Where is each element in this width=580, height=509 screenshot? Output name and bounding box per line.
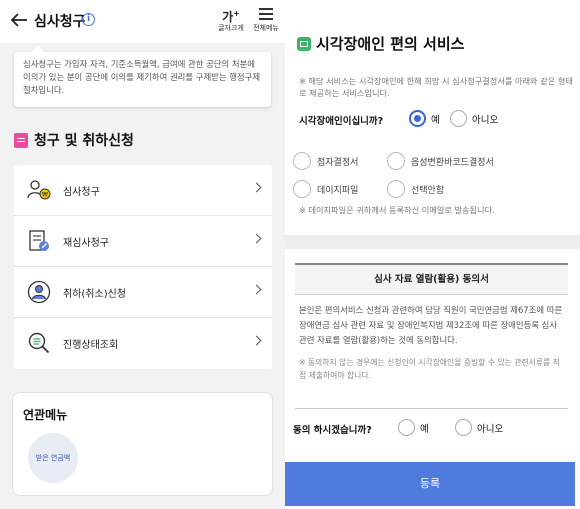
- radio-no-label: 아니오: [472, 114, 499, 126]
- service-heading: 시각장애인 편의 서비스: [297, 33, 464, 54]
- envelope-icon: [297, 36, 311, 51]
- request-menu-list: ₩ 심사청구 재심사청구 취하(취소)신청 진행상태조회: [14, 165, 272, 369]
- related-menu-card: 연관메뉴 받은 연금액: [12, 392, 273, 496]
- section-divider: [285, 235, 580, 249]
- option-radio-icon: [387, 180, 405, 198]
- service-note: ※ 해당 서비스는 시각장애인에 한해 희망 시 심사청구결정서를 아래와 같은…: [299, 76, 573, 98]
- consent-radio-yes[interactable]: 예: [398, 419, 429, 436]
- font-size-button[interactable]: 가+ 글자크게: [216, 5, 246, 33]
- radio-unselected-icon: [398, 419, 415, 436]
- menu-item-label: 재심사청구: [63, 238, 109, 249]
- radio-no[interactable]: 아니오: [450, 110, 498, 127]
- radio-selected-icon: [409, 110, 426, 127]
- radio-yes[interactable]: 예: [409, 110, 440, 127]
- radio-yes-label: 예: [431, 114, 440, 126]
- option-voice-barcode[interactable]: 음성변환바코드결정서: [387, 152, 494, 170]
- description-tooltip: 심사청구는 가입자 자격, 기준소득월액, 급여에 관한 공단의 처분에 이의가…: [14, 46, 271, 107]
- font-size-label: 글자크게: [218, 24, 244, 32]
- font-size-plus: +: [233, 9, 240, 18]
- option-label: 선택안함: [411, 185, 445, 196]
- menu-item-re-review-request[interactable]: 재심사청구: [14, 216, 272, 267]
- option-radio-icon: [293, 152, 311, 170]
- visually-impaired-question: 시각장애인이십니까?: [299, 116, 384, 127]
- info-icon[interactable]: i: [82, 13, 95, 26]
- option-radio-icon: [387, 152, 405, 170]
- back-arrow-icon[interactable]: [8, 9, 30, 31]
- option-radio-icon: [293, 180, 311, 198]
- agreement-body: 본인은 편의서비스 신청과 관련하여 담당 직원이 국민연금법 제67조에 따른…: [299, 305, 563, 345]
- agreement-title: 심사 자료 열람(활용) 동의서: [295, 265, 568, 295]
- menu-item-progress-status[interactable]: 진행상태조회: [14, 318, 272, 369]
- menu-item-label: 취하(취소)신청: [63, 289, 127, 300]
- menu-item-withdraw-request[interactable]: 취하(취소)신청: [14, 267, 272, 318]
- related-menu-title: 연관메뉴: [23, 408, 68, 422]
- section-title: 청구 및 취하신청: [34, 133, 134, 149]
- agreement-note: ※ 동의하지 않는 경우에는 신청인이 시각장애인을 증빙할 수 있는 관련서류…: [299, 358, 560, 380]
- full-menu-label: 전체메뉴: [253, 24, 279, 32]
- submit-button[interactable]: 등록: [285, 462, 575, 506]
- font-size-icon: 가+: [216, 5, 246, 24]
- person-circle-icon: [27, 280, 51, 304]
- chevron-right-icon: [251, 182, 262, 193]
- option-label: 점자결정서: [317, 157, 359, 168]
- menu-item-label: 진행상태조회: [63, 340, 119, 351]
- document-icon: [14, 132, 28, 148]
- radio-unselected-icon: [455, 419, 472, 436]
- option-label: 음성변환바코드결정서: [411, 157, 494, 168]
- description-text: 심사청구는 가입자 자격, 기준소득월액, 급여에 관한 공단의 처분에 이의가…: [23, 59, 261, 95]
- service-title: 시각장애인 편의 서비스: [316, 35, 465, 53]
- chevron-right-icon: [251, 284, 262, 295]
- radio-unselected-icon: [450, 110, 467, 127]
- menu-item-label: 심사청구: [63, 187, 100, 198]
- section-heading: 청구 및 취하신청: [14, 130, 134, 150]
- consent-yes-label: 예: [420, 423, 429, 435]
- svg-text:₩: ₩: [42, 192, 48, 199]
- chevron-right-icon: [251, 335, 262, 346]
- related-item-pension-received[interactable]: 받은 연금액: [28, 433, 78, 483]
- right-screen: 시각장애인 편의 서비스 ※ 해당 서비스는 시각장애인에 한해 희망 시 심사…: [285, 0, 580, 509]
- consent-radio-no[interactable]: 아니오: [455, 419, 503, 436]
- daisy-note: ※ 데이지파일은 귀하께서 등록하신 이메일로 발송됩니다.: [299, 205, 495, 215]
- magnifier-list-icon: [28, 332, 50, 354]
- font-size-glyph: 가: [222, 10, 234, 24]
- consent-question: 동의 하시겠습니까?: [293, 425, 372, 436]
- option-braille[interactable]: 점자결정서: [293, 152, 358, 170]
- full-menu-button[interactable]: 전체메뉴: [249, 5, 283, 33]
- option-daisy-file[interactable]: 데이지파일: [293, 180, 358, 198]
- person-coin-icon: ₩: [27, 180, 51, 200]
- page-title: 심사청구: [34, 14, 86, 30]
- left-screen: 심사청구 i 가+ 글자크게 전체메뉴 심사청구는 가입자 자격, 기준소득월액…: [0, 0, 285, 509]
- hamburger-icon: [249, 5, 283, 23]
- top-bar: 심사청구 i 가+ 글자크게 전체메뉴: [0, 0, 285, 43]
- chevron-right-icon: [251, 233, 262, 244]
- consent-agreement-box: 심사 자료 열람(활용) 동의서 본인은 편의서비스 신청과 관련하여 담당 직…: [295, 263, 568, 409]
- document-pen-icon: [29, 230, 49, 251]
- option-label: 데이지파일: [317, 185, 359, 196]
- consent-no-label: 아니오: [477, 423, 504, 435]
- menu-item-review-request[interactable]: ₩ 심사청구: [14, 165, 272, 216]
- option-none[interactable]: 선택안함: [387, 180, 444, 198]
- related-item-label: 받은 연금액: [35, 454, 71, 462]
